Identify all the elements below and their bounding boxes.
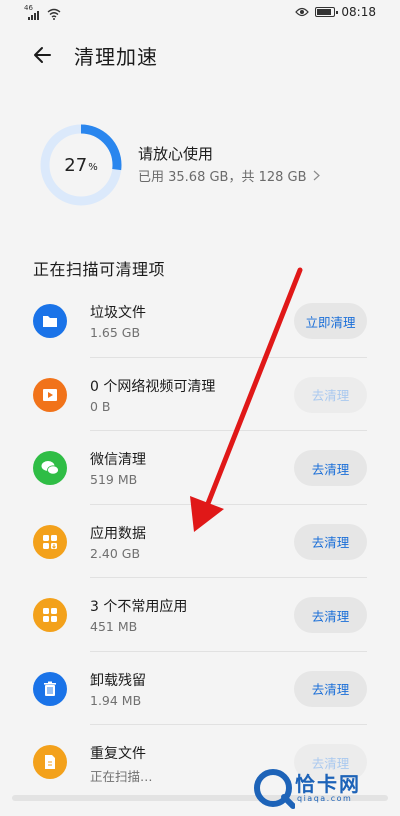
list-item[interactable]: 3 个不常用应用 451 MB 去清理: [0, 578, 400, 652]
eye-comfort-icon: [295, 7, 310, 17]
watermark-logo-icon: [254, 769, 295, 809]
status-right: 08:18: [295, 5, 376, 19]
storage-detail-link[interactable]: 已用 35.68 GB，共 128 GB: [138, 166, 320, 185]
list-item-size: 1.94 MB: [90, 692, 142, 708]
list-item-title: 0 个网络视频可清理: [90, 378, 216, 395]
clean-button[interactable]: 去清理: [294, 670, 367, 707]
battery-fill: [317, 9, 331, 15]
wechat-icon: [33, 451, 67, 485]
watermark-url: qiaqa.com: [297, 794, 353, 803]
network-type-label: 46: [24, 4, 33, 12]
status-left: 46: [24, 4, 61, 20]
app-data-icon: [33, 524, 67, 559]
list-item-title: 垃圾文件: [90, 305, 146, 321]
status-bar: 46 08:18: [0, 0, 400, 26]
battery-icon: [315, 7, 338, 17]
storage-percent-value: 27: [64, 154, 88, 176]
page-title: 清理加速: [74, 45, 158, 69]
list-item-title: 应用数据: [90, 525, 146, 542]
list-item-size: 正在扫描…: [90, 769, 153, 784]
chevron-right-icon: [313, 170, 320, 181]
storage-status-title: 请放心使用: [138, 145, 214, 163]
list-item[interactable]: 垃圾文件 1.65 GB 立即清理: [0, 284, 400, 358]
list-item-size: 519 MB: [90, 472, 138, 487]
list-item-title: 重复文件: [90, 746, 146, 762]
clean-button[interactable]: 去清理: [294, 523, 367, 560]
list-item-title: 微信清理: [90, 452, 146, 468]
watermark: 恰卡网 qiaqa.com: [251, 766, 396, 810]
trash-icon: [33, 671, 67, 706]
list-item-size: 2.40 GB: [90, 545, 141, 561]
list-item-size: 451 MB: [90, 619, 138, 634]
back-arrow-icon[interactable]: [28, 40, 58, 70]
cleanup-list: 垃圾文件 1.65 GB 立即清理 0 个网络视频可清理 0 B 去清理 微信清理 519 M…: [0, 284, 400, 799]
list-item[interactable]: 应用数据 2.40 GB 去清理: [0, 505, 400, 578]
list-item[interactable]: 卸载残留 1.94 MB 去清理: [0, 652, 400, 725]
section-title: 正在扫描可清理项: [33, 260, 166, 279]
clean-button[interactable]: 去清理: [294, 597, 367, 633]
folder-icon: [33, 304, 67, 338]
duplicate-file-icon: [33, 745, 67, 779]
list-item-size: 1.65 GB: [90, 325, 141, 340]
watermark-text: 恰卡网: [295, 772, 361, 796]
app-header: 清理加速: [0, 30, 400, 80]
list-item-size: 0 B: [90, 398, 111, 414]
wifi-icon: [47, 8, 61, 20]
video-icon: [33, 377, 67, 412]
status-time: 08:18: [341, 5, 376, 19]
list-item-title: 3 个不常用应用: [90, 599, 188, 615]
storage-percent: 27%: [38, 122, 124, 208]
apps-grid-icon: [33, 598, 67, 632]
list-item-title: 卸载残留: [90, 672, 146, 689]
signal-icon: [28, 11, 39, 20]
storage-detail-text: 已用 35.68 GB，共 128 GB: [138, 170, 307, 185]
list-item[interactable]: 0 个网络视频可清理 0 B 去清理: [0, 358, 400, 431]
clean-button[interactable]: 去清理: [294, 450, 367, 486]
storage-percent-sign: %: [88, 162, 98, 173]
list-item[interactable]: 微信清理 519 MB 去清理: [0, 431, 400, 505]
clean-button[interactable]: 去清理: [294, 376, 367, 413]
clean-button[interactable]: 立即清理: [294, 303, 367, 339]
